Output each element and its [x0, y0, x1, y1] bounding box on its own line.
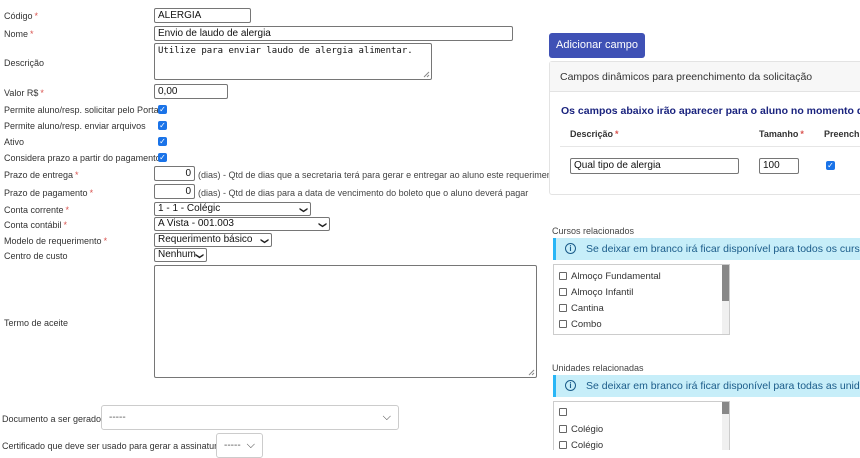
permite-arquivos-label: Permite aluno/resp. enviar arquivos: [4, 121, 146, 131]
conta-contabil-value: A Vista - 001.003: [158, 218, 234, 229]
permite-arquivos-checkbox[interactable]: ✓: [158, 121, 167, 130]
chevron-down-icon: ⌵: [246, 439, 255, 451]
resize-grip-icon[interactable]: [423, 71, 430, 78]
scrollbar-thumb[interactable]: [722, 402, 729, 414]
col-preenchimento-header: Preenchi: [824, 129, 860, 139]
nome-input[interactable]: Envio de laudo de alergia: [154, 26, 513, 41]
documento-value: -----: [109, 412, 126, 423]
list-item[interactable]: Almoço Fundamental: [559, 271, 661, 282]
dynamic-tamanho-input[interactable]: 100: [759, 158, 799, 174]
chevron-down-icon: ❯: [260, 237, 270, 245]
unidades-listbox[interactable]: Colégio Colégio: [553, 401, 730, 450]
ativo-checkbox[interactable]: ✓: [158, 137, 167, 146]
unidades-info-text: Se deixar em branco irá ficar disponível…: [586, 380, 860, 392]
chevron-down-icon: ❯: [299, 206, 309, 214]
table-divider: [560, 146, 860, 147]
chevron-down-icon: ❯: [195, 252, 205, 260]
checkbox-icon[interactable]: [559, 272, 567, 280]
col-tamanho-header: Tamanho *: [759, 129, 804, 139]
checkbox-icon[interactable]: [559, 320, 567, 328]
centro-custo-label: Centro de custo: [4, 251, 68, 261]
list-item[interactable]: Colégio: [559, 440, 603, 450]
dynamic-fields-panel: Campos dinâmicos para preenchimento da s…: [549, 61, 860, 195]
permite-solicitar-label: Permite aluno/resp. solicitar pelo Porta…: [4, 105, 161, 115]
cursos-info-text: Se deixar em branco irá ficar disponível…: [586, 243, 860, 255]
certificado-value: -----: [224, 440, 241, 451]
cursos-title: Cursos relacionados: [552, 226, 635, 236]
list-item[interactable]: Colégio: [559, 424, 603, 435]
add-field-button[interactable]: Adicionar campo: [549, 33, 645, 58]
chevron-down-icon: ❯: [318, 221, 328, 229]
codigo-input[interactable]: ALERGIA: [154, 8, 251, 23]
certificado-select[interactable]: ----- ⌵: [216, 433, 263, 458]
codigo-label: Código *: [4, 11, 39, 21]
documento-label: Documento a ser gerado: [2, 414, 102, 424]
unidades-info-alert: i Se deixar em branco irá ficar disponív…: [553, 375, 860, 397]
termo-aceite-label: Termo de aceite: [4, 318, 69, 328]
dynamic-descricao-input[interactable]: Qual tipo de alergia: [570, 158, 739, 174]
scrollbar-track[interactable]: [722, 265, 729, 334]
prazo-pagamento-input[interactable]: 0: [154, 184, 195, 199]
list-item[interactable]: Combo: [559, 319, 602, 330]
descricao-textarea[interactable]: Utilize para enviar laudo de alergia ali…: [154, 43, 432, 80]
ativo-label: Ativo: [4, 137, 25, 147]
panel-subtitle: Os campos abaixo irão aparecer para o al…: [561, 105, 860, 117]
prazo-entrega-input[interactable]: 0: [154, 166, 195, 181]
list-item[interactable]: Cantina: [559, 303, 604, 314]
dynamic-preenchimento-checkbox[interactable]: ✓: [826, 161, 835, 170]
centro-custo-select[interactable]: Nenhum ❯: [154, 248, 207, 262]
prazo-entrega-hint: (dias) - Qtd de dias que a secretaria te…: [198, 170, 560, 180]
info-circle-icon: i: [565, 380, 576, 391]
panel-title: Campos dinâmicos para preenchimento da s…: [550, 62, 860, 92]
modelo-requerimento-value: Requerimento básico: [158, 234, 253, 245]
list-item[interactable]: [559, 407, 571, 418]
centro-custo-value: Nenhum: [158, 249, 196, 260]
col-descricao-header: Descrição *: [570, 129, 619, 139]
descricao-label: Descrição: [4, 58, 45, 68]
unidades-title: Unidades relacionadas: [552, 363, 644, 373]
valor-input[interactable]: 0,00: [154, 84, 228, 99]
considera-prazo-label: Considera prazo a partir do pagamento: [4, 153, 161, 163]
prazo-entrega-label: Prazo de entrega *: [4, 170, 79, 180]
termo-aceite-textarea[interactable]: [154, 265, 537, 378]
conta-contabil-select[interactable]: A Vista - 001.003 ❯: [154, 217, 330, 231]
prazo-pagamento-label: Prazo de pagamento *: [4, 188, 94, 198]
considera-prazo-checkbox[interactable]: ✓: [158, 153, 167, 162]
scrollbar-track[interactable]: [722, 402, 729, 450]
documento-select[interactable]: ----- ⌵: [101, 405, 399, 430]
list-item[interactable]: Almoço Infantil: [559, 287, 633, 298]
checkbox-icon[interactable]: [559, 425, 567, 433]
checkbox-icon[interactable]: [559, 408, 567, 416]
conta-corrente-value: 1 - 1 - Colégic: [158, 203, 221, 214]
modelo-requerimento-label: Modelo de requerimento *: [4, 236, 108, 246]
permite-solicitar-checkbox[interactable]: ✓: [158, 105, 167, 114]
nome-label: Nome *: [4, 29, 34, 39]
conta-contabil-label: Conta contábil *: [4, 220, 68, 230]
info-circle-icon: i: [565, 243, 576, 254]
conta-corrente-select[interactable]: 1 - 1 - Colégic ❯: [154, 202, 311, 216]
prazo-pagamento-hint: (dias) - Qtd de dias para a data de venc…: [198, 188, 529, 198]
cursos-info-alert: i Se deixar em branco irá ficar disponív…: [553, 238, 860, 260]
checkbox-icon[interactable]: [559, 288, 567, 296]
modelo-requerimento-select[interactable]: Requerimento básico ❯: [154, 233, 272, 247]
descricao-text: Utilize para enviar laudo de alergia ali…: [158, 46, 413, 56]
resize-grip-icon[interactable]: [528, 369, 535, 376]
checkbox-icon[interactable]: [559, 304, 567, 312]
conta-corrente-label: Conta corrente *: [4, 205, 70, 215]
chevron-down-icon: ⌵: [382, 411, 391, 423]
checkbox-icon[interactable]: [559, 441, 567, 449]
scrollbar-thumb[interactable]: [722, 265, 729, 301]
cursos-listbox[interactable]: Almoço Fundamental Almoço Infantil Canti…: [553, 264, 730, 335]
valor-label: Valor R$ *: [4, 88, 44, 98]
